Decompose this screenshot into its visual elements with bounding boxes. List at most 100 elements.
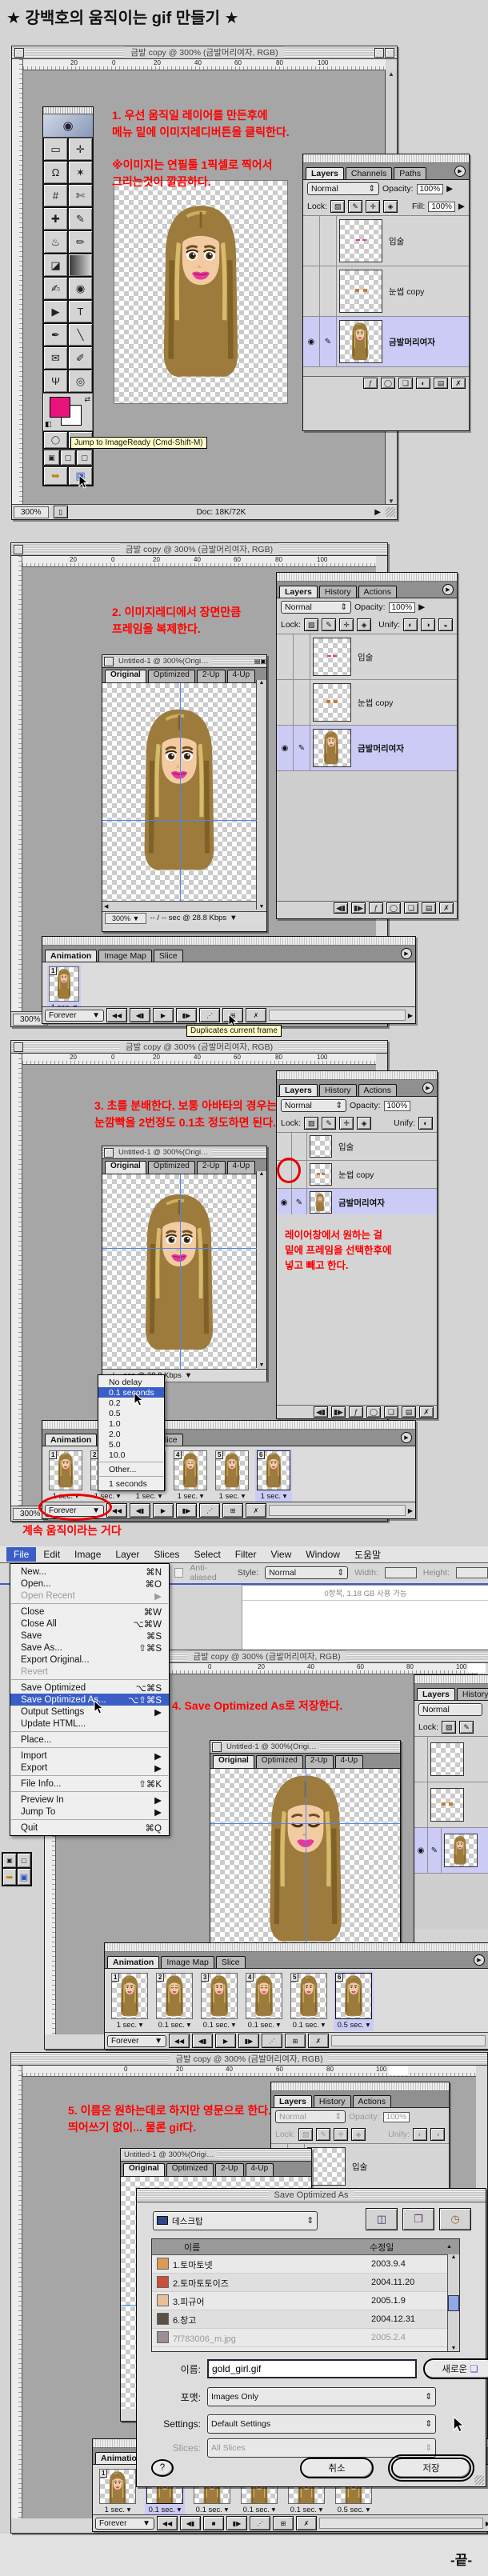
smudge-tool[interactable]: ✍: [43, 277, 68, 300]
menu-item-file-info[interactable]: File Info...⇧⌘K: [10, 1778, 169, 1790]
pen-tool[interactable]: ✒: [43, 323, 68, 346]
window-titlebar[interactable]: 금발 copy @ 300% (금발머리여자, RGB): [11, 543, 387, 556]
tab-animation[interactable]: Animation: [45, 950, 97, 962]
type-tool[interactable]: T: [68, 300, 93, 323]
frame-delay[interactable]: 0.1 sec. ▾: [246, 2021, 282, 2030]
blend-mode-select[interactable]: Normal⇕: [275, 2110, 346, 2123]
resize-grip[interactable]: [474, 2475, 484, 2485]
animation-frame[interactable]: 5 1 sec. ▾: [214, 1449, 250, 1502]
visibility-toggle[interactable]: ◉: [414, 1828, 428, 1873]
tab-optimized[interactable]: Optimized: [166, 2163, 214, 2176]
menu-help[interactable]: 도움말: [347, 1546, 388, 1563]
menu-item-output-settings[interactable]: Output Settings▶: [10, 1706, 169, 1718]
screen-mode-button[interactable]: ▣: [43, 450, 60, 466]
slice-tool[interactable]: ✄: [68, 184, 93, 207]
layer-row[interactable]: 눈썹 copy: [277, 1161, 437, 1189]
frame-delay[interactable]: 1 sec. ▾: [215, 1492, 249, 1501]
path-select-tool[interactable]: ▶: [43, 300, 68, 323]
tab-image-map[interactable]: Image Map: [98, 950, 152, 962]
menu-item-10[interactable]: 1.0: [98, 1418, 164, 1429]
animation-frame[interactable]: 3 0.1 sec. ▾: [199, 1971, 239, 2031]
hand-tool[interactable]: Ψ: [43, 370, 68, 393]
menu-slices[interactable]: Slices: [146, 1547, 186, 1562]
close-box-icon[interactable]: [104, 657, 114, 666]
visibility-toggle[interactable]: [303, 216, 320, 266]
tab-layers[interactable]: Layers: [274, 2095, 312, 2107]
layer-row[interactable]: 입술: [277, 634, 457, 680]
menu-view[interactable]: View: [263, 1547, 298, 1562]
menu-item-save-optimized[interactable]: Save Optimized⌥⌘S: [10, 1682, 169, 1694]
menu-item-close-all[interactable]: Close All⌥⌘W: [10, 1618, 169, 1630]
menu-item-quit[interactable]: Quit⌘Q: [10, 1822, 169, 1834]
lock-position-icon[interactable]: ✛: [339, 618, 354, 631]
delete-frame-button[interactable]: ✗: [296, 2516, 317, 2530]
tab-2up[interactable]: 2-Up: [197, 670, 226, 682]
layer-row-selected[interactable]: ◉ ✎ 금발머리여자: [303, 317, 469, 367]
animation-frame[interactable]: 2 0.1 sec. ▾: [154, 1971, 194, 2031]
frame-delay[interactable]: 0.1 sec. ▾: [241, 2506, 278, 2514]
layer-row[interactable]: [414, 1782, 488, 1828]
doc-titlebar[interactable]: Untitled-1 @ 300%(Origi…: [121, 2149, 311, 2162]
filename-input[interactable]: [207, 2359, 417, 2378]
prev-frame-button[interactable]: ◀▮: [130, 1008, 150, 1022]
tween-button[interactable]: ⋰: [199, 1503, 220, 1518]
layer-row-selected[interactable]: ◉ ✎ 금발머리여자: [277, 1189, 437, 1214]
palette-menu-icon[interactable]: ▶: [474, 1954, 485, 1966]
link-toggle[interactable]: [320, 216, 337, 266]
opacity-value[interactable]: 100%: [383, 2112, 410, 2122]
visibility-toggle[interactable]: [277, 1133, 292, 1160]
blend-mode-select[interactable]: Normal⇕: [307, 182, 379, 195]
tab-4up[interactable]: 4-Up: [227, 1161, 256, 1174]
doc-canvas[interactable]: [210, 1769, 400, 1945]
frame-delay[interactable]: 1 sec. ▾: [99, 2506, 136, 2514]
brush-tool[interactable]: ✎: [68, 207, 93, 230]
menu-item-save[interactable]: Save⌘S: [10, 1630, 169, 1642]
tab-layers[interactable]: Layers: [306, 167, 344, 179]
screen-mode-button[interactable]: ▣: [2, 1853, 17, 1868]
doc-titlebar[interactable]: Untitled-1 @ 300%(Origi… ▤▣: [102, 655, 266, 668]
unify-visibility-icon[interactable]: ◑: [421, 618, 435, 631]
column-name[interactable]: 이름: [152, 2241, 370, 2254]
layer-thumbnail[interactable]: [310, 1135, 332, 1158]
lock-pixels-icon[interactable]: ✎: [459, 1721, 474, 1734]
menu-item-02[interactable]: 0.2: [98, 1398, 164, 1408]
duplicate-frame-button[interactable]: ⊞: [222, 1008, 243, 1022]
tab-history[interactable]: History: [314, 2095, 351, 2107]
visibility-toggle[interactable]: ◉: [303, 317, 320, 366]
tab-2up[interactable]: 2-Up: [215, 2163, 244, 2176]
loop-select[interactable]: Forever▼: [45, 1010, 104, 1022]
frame-delay[interactable]: 0.1 sec. ▾: [146, 2506, 183, 2514]
zoom-level[interactable]: 300%: [14, 506, 49, 518]
doc-window-icons[interactable]: ▤▣: [254, 658, 266, 665]
tween-button[interactable]: ⋰: [250, 2516, 270, 2530]
clone-stamp-tool[interactable]: ♨: [43, 230, 68, 254]
menu-item-place[interactable]: Place...: [10, 1734, 169, 1746]
frames-scrollbar[interactable]: [331, 2035, 486, 2046]
jump-arrow-icon[interactable]: ➥: [43, 466, 68, 486]
tab-history[interactable]: History: [319, 1084, 357, 1096]
palette-drag-strip[interactable]: [105, 1943, 488, 1952]
new-layer-icon[interactable]: ▤: [402, 1406, 416, 1418]
rate-menu-icon[interactable]: ▼: [185, 1371, 192, 1380]
toolbar-drag-strip[interactable]: [43, 107, 93, 114]
save-button[interactable]: 저장: [391, 2458, 471, 2478]
frames-scrollbar[interactable]: [269, 1505, 406, 1516]
tab-animation[interactable]: Animation: [45, 1434, 97, 1446]
play-button[interactable]: ▶: [153, 1008, 174, 1022]
tab-animation[interactable]: Animation: [107, 1956, 159, 1968]
status-arrow-icon[interactable]: ▶: [374, 508, 381, 517]
tween-button[interactable]: ⋰: [199, 1008, 220, 1022]
layer-set-icon[interactable]: ❏: [398, 378, 413, 389]
tab-slice[interactable]: Slice: [216, 1956, 246, 1968]
rewind-button[interactable]: ◀◀: [157, 2516, 178, 2530]
frame-delay[interactable]: 1 sec. ▾: [174, 1492, 207, 1501]
palette-drag-strip[interactable]: [42, 937, 415, 946]
default-colors-icon[interactable]: ◧: [45, 420, 52, 429]
visibility-toggle[interactable]: ◉: [277, 726, 294, 770]
tab-2up[interactable]: 2-Up: [305, 1755, 334, 1768]
image-canvas[interactable]: [114, 180, 288, 404]
tab-optimized[interactable]: Optimized: [256, 1755, 303, 1768]
frame-delay[interactable]: 1 sec. ▾: [257, 1492, 290, 1501]
file-row[interactable]: 2.토마토토이즈2004.11.20: [152, 2274, 448, 2292]
link-toggle[interactable]: [294, 634, 310, 679]
